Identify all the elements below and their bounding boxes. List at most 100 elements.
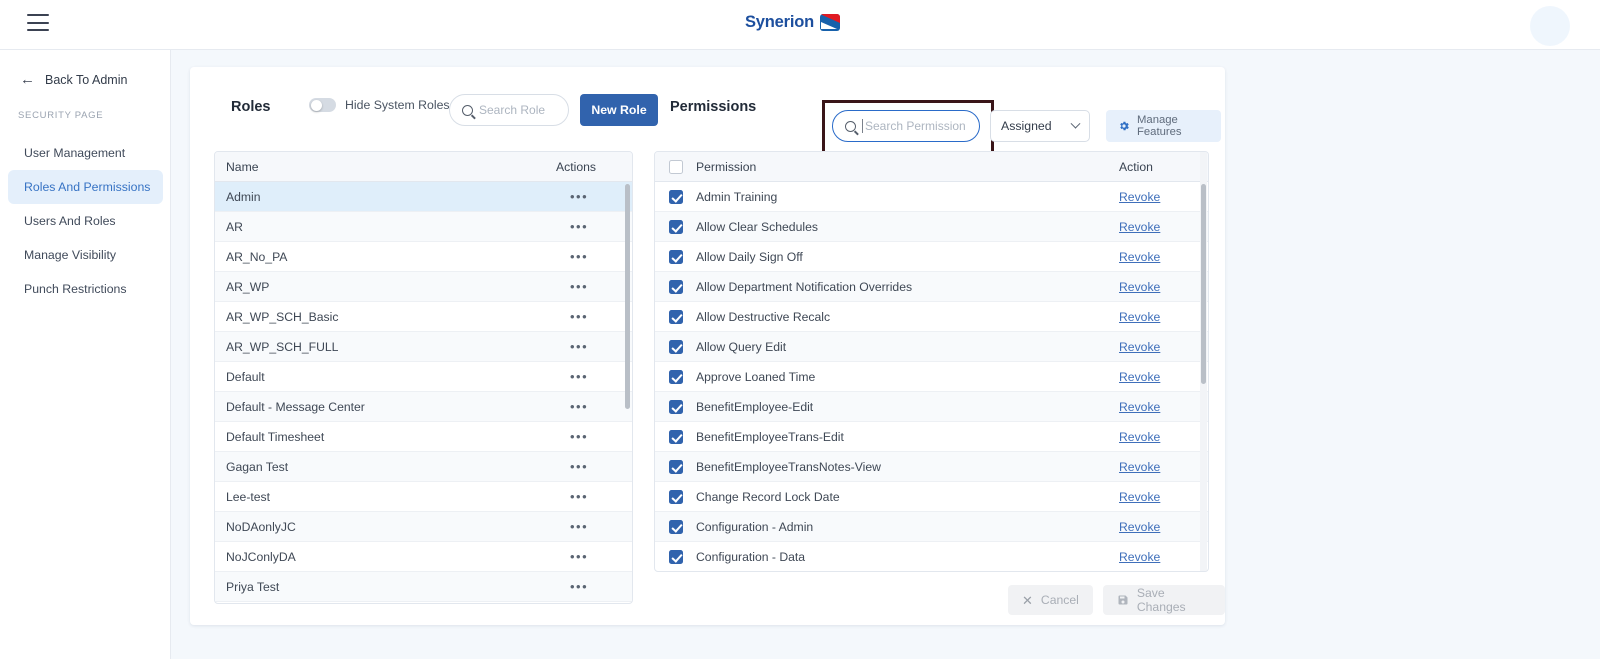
permission-checkbox[interactable] bbox=[668, 399, 683, 414]
column-header-name: Name bbox=[226, 159, 259, 174]
table-row[interactable]: AR_WP_SCH_FULL ••• bbox=[215, 332, 632, 362]
permission-checkbox[interactable] bbox=[668, 279, 683, 294]
table-row[interactable]: NoJConlyDA ••• bbox=[215, 542, 632, 572]
table-row[interactable]: AR_No_PA ••• bbox=[215, 242, 632, 272]
ellipsis-icon[interactable]: ••• bbox=[570, 279, 588, 294]
revoke-link[interactable]: Revoke bbox=[1119, 250, 1160, 264]
ellipsis-icon[interactable]: ••• bbox=[570, 339, 588, 354]
table-row[interactable]: AR_WP ••• bbox=[215, 272, 632, 302]
table-row[interactable]: Allow Department Notification Overrides R… bbox=[655, 272, 1208, 302]
permission-checkbox[interactable] bbox=[668, 339, 683, 354]
sidebar-item-roles-and-permissions[interactable]: Roles And Permissions bbox=[8, 170, 163, 204]
sidebar-item-users-and-roles[interactable]: Users And Roles bbox=[8, 204, 163, 238]
revoke-link[interactable]: Revoke bbox=[1119, 460, 1160, 474]
cancel-button[interactable]: ✕ Cancel bbox=[1008, 585, 1093, 615]
ellipsis-icon[interactable]: ••• bbox=[570, 579, 588, 594]
revoke-link[interactable]: Revoke bbox=[1119, 550, 1160, 564]
table-row[interactable]: Gagan Test ••• bbox=[215, 452, 632, 482]
table-row[interactable]: Allow Clear Schedules Revoke bbox=[655, 212, 1208, 242]
revoke-link[interactable]: Revoke bbox=[1119, 280, 1160, 294]
permission-checkbox[interactable] bbox=[668, 189, 683, 204]
manage-features-button[interactable]: Manage Features bbox=[1106, 110, 1221, 142]
hamburger-menu-icon[interactable] bbox=[27, 14, 49, 31]
permission-checkbox[interactable] bbox=[668, 429, 683, 444]
table-row[interactable]: BenefitEmployee-Edit Revoke bbox=[655, 392, 1208, 422]
permissions-table-header: Permission Action bbox=[655, 152, 1208, 182]
ellipsis-icon[interactable]: ••• bbox=[570, 519, 588, 534]
sidebar-item-manage-visibility[interactable]: Manage Visibility bbox=[8, 238, 163, 272]
revoke-link[interactable]: Revoke bbox=[1119, 190, 1160, 204]
revoke-link[interactable]: Revoke bbox=[1119, 370, 1160, 384]
permissions-scrollbar[interactable] bbox=[1201, 184, 1206, 384]
hamburger-line bbox=[27, 29, 49, 31]
permission-checkbox-cell bbox=[655, 279, 696, 294]
revoke-link[interactable]: Revoke bbox=[1119, 340, 1160, 354]
table-row[interactable]: Allow Query Edit Revoke bbox=[655, 332, 1208, 362]
revoke-link[interactable]: Revoke bbox=[1119, 520, 1160, 534]
sidebar-item-punch-restrictions[interactable]: Punch Restrictions bbox=[8, 272, 163, 306]
toggle-switch[interactable] bbox=[309, 98, 336, 112]
table-row[interactable]: Default ••• bbox=[215, 362, 632, 392]
search-permission-placeholder: Search Permission bbox=[865, 119, 966, 133]
revoke-link[interactable]: Revoke bbox=[1119, 430, 1160, 444]
ellipsis-icon[interactable]: ••• bbox=[570, 249, 588, 264]
table-row[interactable]: AR ••• bbox=[215, 212, 632, 242]
table-row[interactable]: Approve Loaned Time Revoke bbox=[655, 362, 1208, 392]
permission-action-cell: Revoke bbox=[1108, 520, 1208, 534]
table-row[interactable]: BenefitEmployeeTrans-Edit Revoke bbox=[655, 422, 1208, 452]
avatar[interactable] bbox=[1530, 6, 1570, 46]
select-all-checkbox[interactable] bbox=[668, 159, 683, 174]
permission-checkbox[interactable] bbox=[668, 519, 683, 534]
role-name: Default - Message Center bbox=[226, 399, 365, 414]
table-row[interactable]: Configuration - Admin Revoke bbox=[655, 512, 1208, 542]
hamburger-line bbox=[27, 21, 49, 24]
revoke-link[interactable]: Revoke bbox=[1119, 490, 1160, 504]
row-actions-cell: ••• bbox=[536, 550, 632, 564]
roles-scrollbar[interactable] bbox=[625, 184, 630, 409]
revoke-link[interactable]: Revoke bbox=[1119, 400, 1160, 414]
table-row[interactable]: Default Timesheet ••• bbox=[215, 422, 632, 452]
chevron-down-icon bbox=[1070, 118, 1081, 129]
table-row[interactable]: Lee-test ••• bbox=[215, 482, 632, 512]
ellipsis-icon[interactable]: ••• bbox=[570, 399, 588, 414]
revoke-link[interactable]: Revoke bbox=[1119, 310, 1160, 324]
sidebar-item-user-management[interactable]: User Management bbox=[8, 136, 163, 170]
ellipsis-icon[interactable]: ••• bbox=[570, 429, 588, 444]
ellipsis-icon[interactable]: ••• bbox=[570, 219, 588, 234]
table-row[interactable]: Admin Training Revoke bbox=[655, 182, 1208, 212]
row-actions-cell: ••• bbox=[536, 580, 632, 594]
assigned-filter-dropdown[interactable]: Assigned bbox=[990, 110, 1090, 142]
table-row[interactable]: Priya Test ••• bbox=[215, 572, 632, 602]
search-role-input[interactable]: Search Role bbox=[449, 94, 569, 126]
table-row[interactable]: BenefitEmployeeTransNotes-View Revoke bbox=[655, 452, 1208, 482]
permission-checkbox[interactable] bbox=[668, 459, 683, 474]
table-row[interactable]: AR_WP_SCH_Basic ••• bbox=[215, 302, 632, 332]
ellipsis-icon[interactable]: ••• bbox=[570, 549, 588, 564]
save-changes-button[interactable]: Save Changes bbox=[1102, 585, 1225, 615]
ellipsis-icon[interactable]: ••• bbox=[570, 459, 588, 474]
permission-checkbox[interactable] bbox=[668, 309, 683, 324]
new-role-button[interactable]: New Role bbox=[580, 94, 658, 126]
ellipsis-icon[interactable]: ••• bbox=[570, 489, 588, 504]
ellipsis-icon[interactable]: ••• bbox=[570, 189, 588, 204]
table-row[interactable]: Admin ••• bbox=[215, 182, 632, 212]
table-row[interactable]: Configuration - Data Revoke bbox=[655, 542, 1208, 571]
search-permission-input[interactable]: Search Permission bbox=[832, 110, 980, 142]
table-row[interactable]: NoDAonlyJC ••• bbox=[215, 512, 632, 542]
permission-checkbox[interactable] bbox=[668, 369, 683, 384]
hide-system-roles-toggle[interactable]: Hide System Roles bbox=[309, 98, 450, 112]
back-to-admin-button[interactable]: ← Back To Admin bbox=[20, 72, 127, 87]
table-row[interactable]: Allow Destructive Recalc Revoke bbox=[655, 302, 1208, 332]
table-row[interactable]: Change Record Lock Date Revoke bbox=[655, 482, 1208, 512]
permission-checkbox[interactable] bbox=[668, 489, 683, 504]
permission-checkbox[interactable] bbox=[668, 219, 683, 234]
permission-name: Allow Clear Schedules bbox=[696, 219, 818, 234]
permission-checkbox[interactable] bbox=[668, 249, 683, 264]
ellipsis-icon[interactable]: ••• bbox=[570, 369, 588, 384]
ellipsis-icon[interactable]: ••• bbox=[570, 309, 588, 324]
permission-checkbox[interactable] bbox=[668, 549, 683, 564]
revoke-link[interactable]: Revoke bbox=[1119, 220, 1160, 234]
row-actions-cell: ••• bbox=[536, 370, 632, 384]
table-row[interactable]: Default - Message Center ••• bbox=[215, 392, 632, 422]
table-row[interactable]: Allow Daily Sign Off Revoke bbox=[655, 242, 1208, 272]
